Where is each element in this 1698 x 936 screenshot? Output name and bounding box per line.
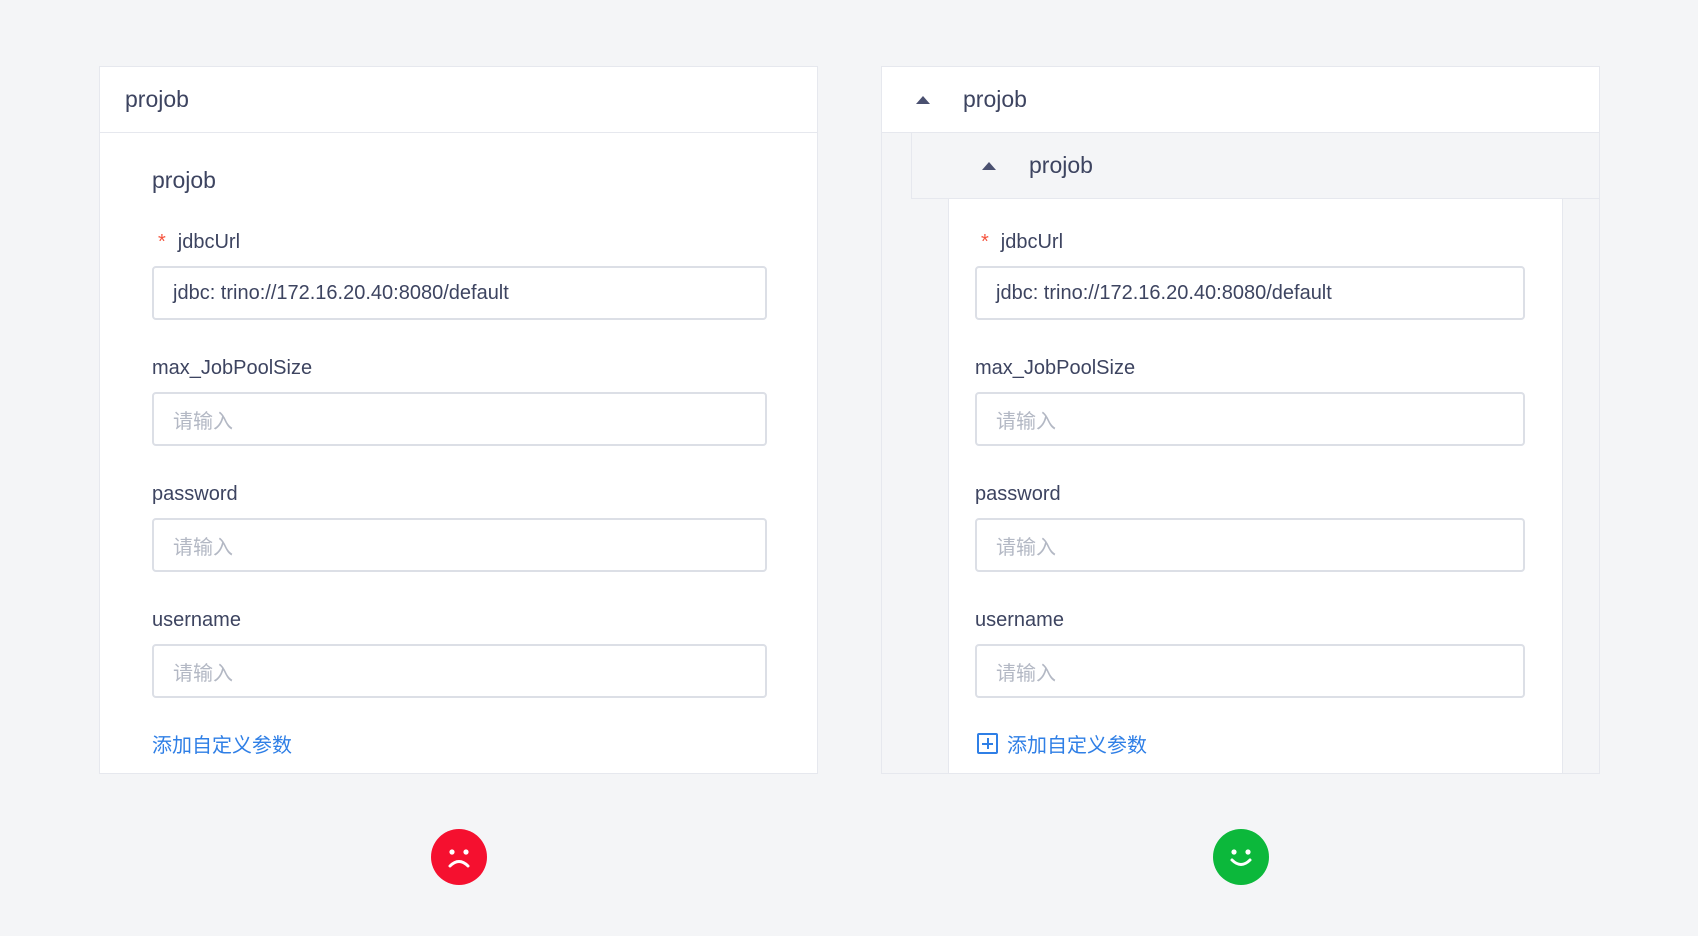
username-input[interactable]: 请输入 [975,644,1525,698]
password-input[interactable]: 请输入 [975,518,1525,572]
right-panel-header-title: projob [963,86,1027,112]
left-field-password: password 请输入 [152,482,767,572]
left-panel-header-title: projob [125,86,189,112]
add-custom-param-label: 添加自定义参数 [1007,735,1147,757]
field-label: jdbcUrl [1000,231,1064,253]
jdbcurl-input[interactable]: jdbc: trino://172.16.20.40:8080/default [152,266,767,320]
right-inner-card: * jdbcUrl jdbc: trino://172.16.20.40:808… [948,199,1563,773]
field-label: max_JobPoolSize [975,357,1136,379]
plus-square-icon [977,733,998,754]
left-panel-bad-example: projob projob * jdbcUrl jdbc: trino://17… [99,66,818,774]
caret-up-icon[interactable] [982,161,996,170]
field-label: password [975,483,1061,505]
password-input[interactable]: 请输入 [152,518,767,572]
field-label: password [152,483,238,505]
field-label: jdbcUrl [177,231,241,253]
field-label: max_JobPoolSize [152,357,313,379]
left-section-title: projob [152,167,216,193]
right-field-max-jobpoolsize: max_JobPoolSize 请输入 [975,356,1525,446]
right-sub-header[interactable]: projob [911,133,1599,199]
field-label: username [152,609,241,631]
right-field-username: username 请输入 [975,608,1525,698]
required-star: * [981,231,989,253]
right-panel-good-example: projob projob * jdbcUrl jdbc: trino://17… [881,66,1600,774]
caret-up-icon[interactable] [916,95,930,104]
happy-face-icon [1213,829,1269,885]
right-panel-header[interactable]: projob [882,67,1599,133]
required-star: * [158,231,166,253]
jdbcurl-input[interactable]: jdbc: trino://172.16.20.40:8080/default [975,266,1525,320]
right-form: * jdbcUrl jdbc: trino://172.16.20.40:808… [975,230,1525,758]
left-panel-header: projob [100,67,817,133]
right-field-password: password 请输入 [975,482,1525,572]
add-custom-param-link[interactable]: 添加自定义参数 [975,729,1525,758]
username-input[interactable]: 请输入 [152,644,767,698]
right-field-jdbcurl: * jdbcUrl jdbc: trino://172.16.20.40:808… [975,230,1525,320]
left-form: * jdbcUrl jdbc: trino://172.16.20.40:808… [152,230,767,758]
max-jobpoolsize-input[interactable]: 请输入 [975,392,1525,446]
right-sub-header-title: projob [1029,152,1093,178]
left-field-max-jobpoolsize: max_JobPoolSize 请输入 [152,356,767,446]
add-custom-param-link[interactable]: 添加自定义参数 [152,729,767,758]
left-field-username: username 请输入 [152,608,767,698]
add-custom-param-label: 添加自定义参数 [152,735,292,757]
left-field-jdbcurl: * jdbcUrl jdbc: trino://172.16.20.40:808… [152,230,767,320]
sad-face-icon [431,829,487,885]
max-jobpoolsize-input[interactable]: 请输入 [152,392,767,446]
field-label: username [975,609,1064,631]
